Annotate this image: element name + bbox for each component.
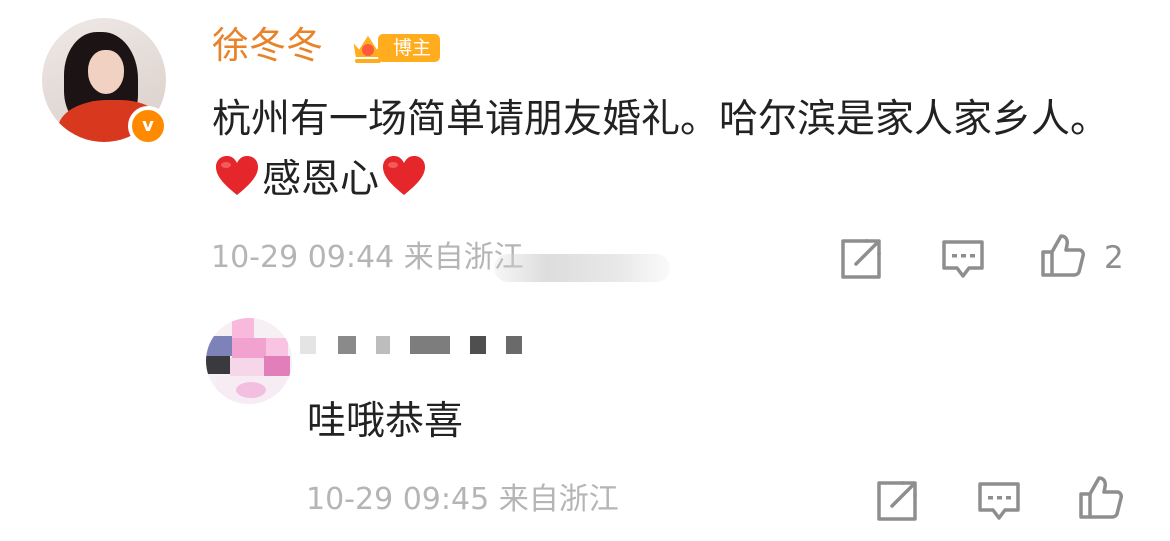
avatar-pixel	[206, 356, 230, 374]
post-text-emoji-part: 感恩心	[262, 157, 380, 202]
avatar-pixel	[266, 338, 288, 356]
avatar-pixel	[232, 318, 254, 338]
comment-icon[interactable]	[976, 478, 1022, 524]
post-timestamp: 10-29 09:44	[211, 240, 395, 275]
share-icon[interactable]	[838, 236, 884, 282]
redaction-block	[506, 336, 522, 354]
like-icon[interactable]	[1040, 232, 1086, 278]
blogger-badge-label: 博主	[378, 34, 440, 62]
heart-emoji-icon	[383, 156, 426, 195]
post-text: 杭州有一场简单请朋友婚礼。哈尔滨是家人家乡人。感恩心	[212, 90, 1142, 210]
reply-location: 来自浙江	[498, 482, 619, 517]
redaction-block	[300, 336, 316, 354]
like-icon[interactable]	[1078, 474, 1124, 520]
post-meta: 10-29 09:44 来自浙江	[211, 238, 524, 278]
redaction-block	[470, 336, 486, 354]
avatar-pixel	[206, 336, 232, 356]
redacted-region	[494, 254, 670, 282]
reply-username-redacted[interactable]	[300, 334, 530, 356]
verified-badge-icon: v	[128, 106, 168, 146]
redaction-block	[410, 336, 450, 354]
author-username[interactable]: 徐冬冬	[212, 21, 323, 71]
reply-text: 哇哦恭喜	[307, 399, 464, 444]
reply-meta: 10-29 09:45 来自浙江	[306, 480, 619, 520]
avatar-face	[88, 50, 124, 94]
redaction-block	[376, 336, 390, 354]
comment-icon[interactable]	[940, 236, 986, 282]
share-icon[interactable]	[874, 478, 920, 524]
redaction-block	[338, 336, 356, 354]
avatar-pixel	[230, 358, 264, 376]
avatar-pixel	[236, 382, 266, 398]
avatar-pixel	[264, 356, 290, 376]
post-text-main: 杭州有一场简单请朋友婚礼。哈尔滨是家人家乡人。	[212, 97, 1110, 142]
avatar-pixel	[232, 338, 266, 358]
heart-emoji-icon	[216, 156, 258, 195]
reply-avatar[interactable]	[206, 318, 292, 404]
like-count: 2	[1104, 240, 1124, 276]
reply-timestamp: 10-29 09:45	[306, 482, 490, 517]
blogger-badge[interactable]: 博主	[348, 28, 442, 66]
